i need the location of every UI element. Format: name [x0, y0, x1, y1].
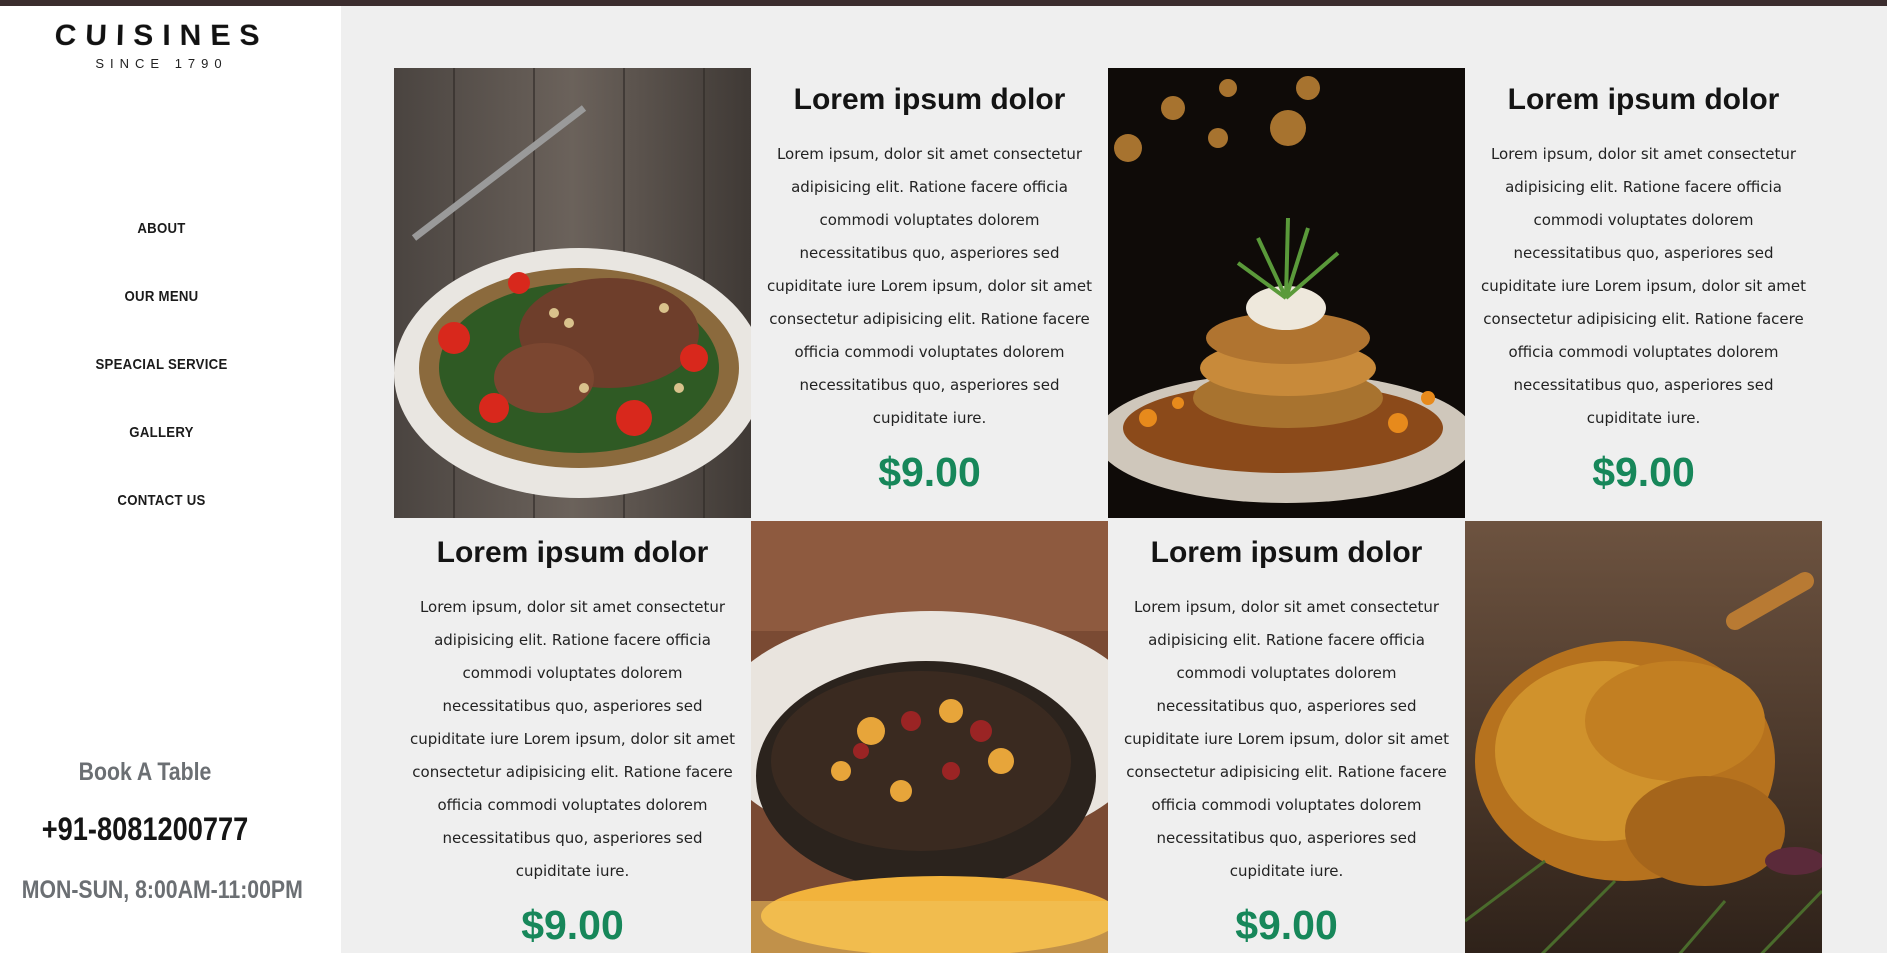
book-table-title[interactable]: Book A Table [22, 758, 269, 787]
dish-image-roast-chicken [1465, 521, 1822, 953]
menu-card: Lorem ipsum dolor Lorem ipsum, dolor sit… [1108, 521, 1465, 953]
dish-image-potato-pancakes [1108, 68, 1465, 518]
main-nav: ABOUT OUR MENU SPEACIAL SERVICE GALLERY … [0, 214, 323, 554]
card-title: Lorem ipsum dolor [793, 83, 1066, 116]
sidebar: CUISINES SINCE 1790 ABOUT OUR MENU SPEAC… [0, 6, 341, 953]
booking-panel: Book A Table +91-8081200777 MON-SUN, 8:0… [0, 758, 303, 905]
card-title: Lorem ipsum dolor [1150, 536, 1423, 569]
menu-card: Lorem ipsum dolor Lorem ipsum, dolor sit… [394, 521, 751, 953]
nav-item-label: SPEACIAL SERVICE [95, 356, 228, 373]
nav-item-label: OUR MENU [124, 288, 199, 305]
nav-item-our-menu[interactable]: OUR MENU [19, 282, 303, 350]
card-price: $9.00 [521, 902, 624, 948]
nav-item-label: GALLERY [129, 424, 194, 441]
booking-phone[interactable]: +91-8081200777 [22, 811, 269, 848]
dish-image-crusted-fish [751, 521, 1108, 953]
card-description: Lorem ipsum, dolor sit amet consectetur … [1124, 598, 1449, 880]
card-description: Lorem ipsum, dolor sit amet consectetur … [1481, 145, 1806, 427]
nav-item-gallery[interactable]: GALLERY [19, 418, 303, 486]
nav-item-label: CONTACT US [117, 492, 206, 509]
card-title: Lorem ipsum dolor [436, 536, 709, 569]
nav-item-special-service[interactable]: SPEACIAL SERVICE [19, 350, 303, 418]
dish-image-steak-salad [394, 68, 751, 518]
card-description: Lorem ipsum, dolor sit amet consectetur … [410, 598, 735, 880]
card-title: Lorem ipsum dolor [1507, 83, 1780, 116]
card-price: $9.00 [1592, 449, 1695, 495]
card-description: Lorem ipsum, dolor sit amet consectetur … [767, 145, 1092, 427]
menu-card: Lorem ipsum dolor Lorem ipsum, dolor sit… [751, 68, 1108, 518]
brand-logo[interactable]: CUISINES SINCE 1790 [0, 16, 323, 71]
nav-item-about[interactable]: ABOUT [19, 214, 303, 282]
card-price: $9.00 [878, 449, 981, 495]
nav-item-contact-us[interactable]: CONTACT US [19, 486, 303, 554]
menu-card: Lorem ipsum dolor Lorem ipsum, dolor sit… [1465, 68, 1822, 518]
nav-item-label: ABOUT [137, 220, 186, 237]
brand-subtitle: SINCE 1790 [95, 56, 228, 71]
card-price: $9.00 [1235, 902, 1338, 948]
opening-hours: MON-SUN, 8:00AM-11:00PM [21, 876, 303, 904]
brand-title: CUISINES [53, 19, 270, 53]
